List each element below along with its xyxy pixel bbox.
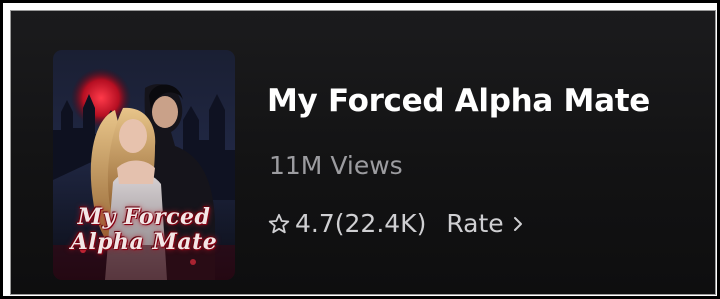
cover-title-line2: Alpha Mate bbox=[70, 229, 218, 255]
book-cover[interactable]: My Forced Alpha Mate bbox=[53, 50, 235, 280]
star-outline-icon bbox=[268, 213, 290, 233]
outer-frame: My Forced Alpha Mate My Forced Alpha Mat… bbox=[0, 0, 720, 299]
rate-label: Rate bbox=[446, 209, 504, 238]
views-count: 11M Views bbox=[269, 151, 403, 180]
book-card[interactable]: My Forced Alpha Mate My Forced Alpha Mat… bbox=[10, 10, 716, 295]
rate-button[interactable]: Rate bbox=[446, 209, 523, 238]
rating-row: 4.7(22.4K) Rate bbox=[267, 209, 524, 238]
chevron-right-icon bbox=[513, 216, 522, 231]
cover-title-line1: My Forced bbox=[77, 204, 211, 230]
rating-value: 4.7(22.4K) bbox=[295, 209, 427, 238]
book-title[interactable]: My Forced Alpha Mate bbox=[267, 83, 650, 119]
